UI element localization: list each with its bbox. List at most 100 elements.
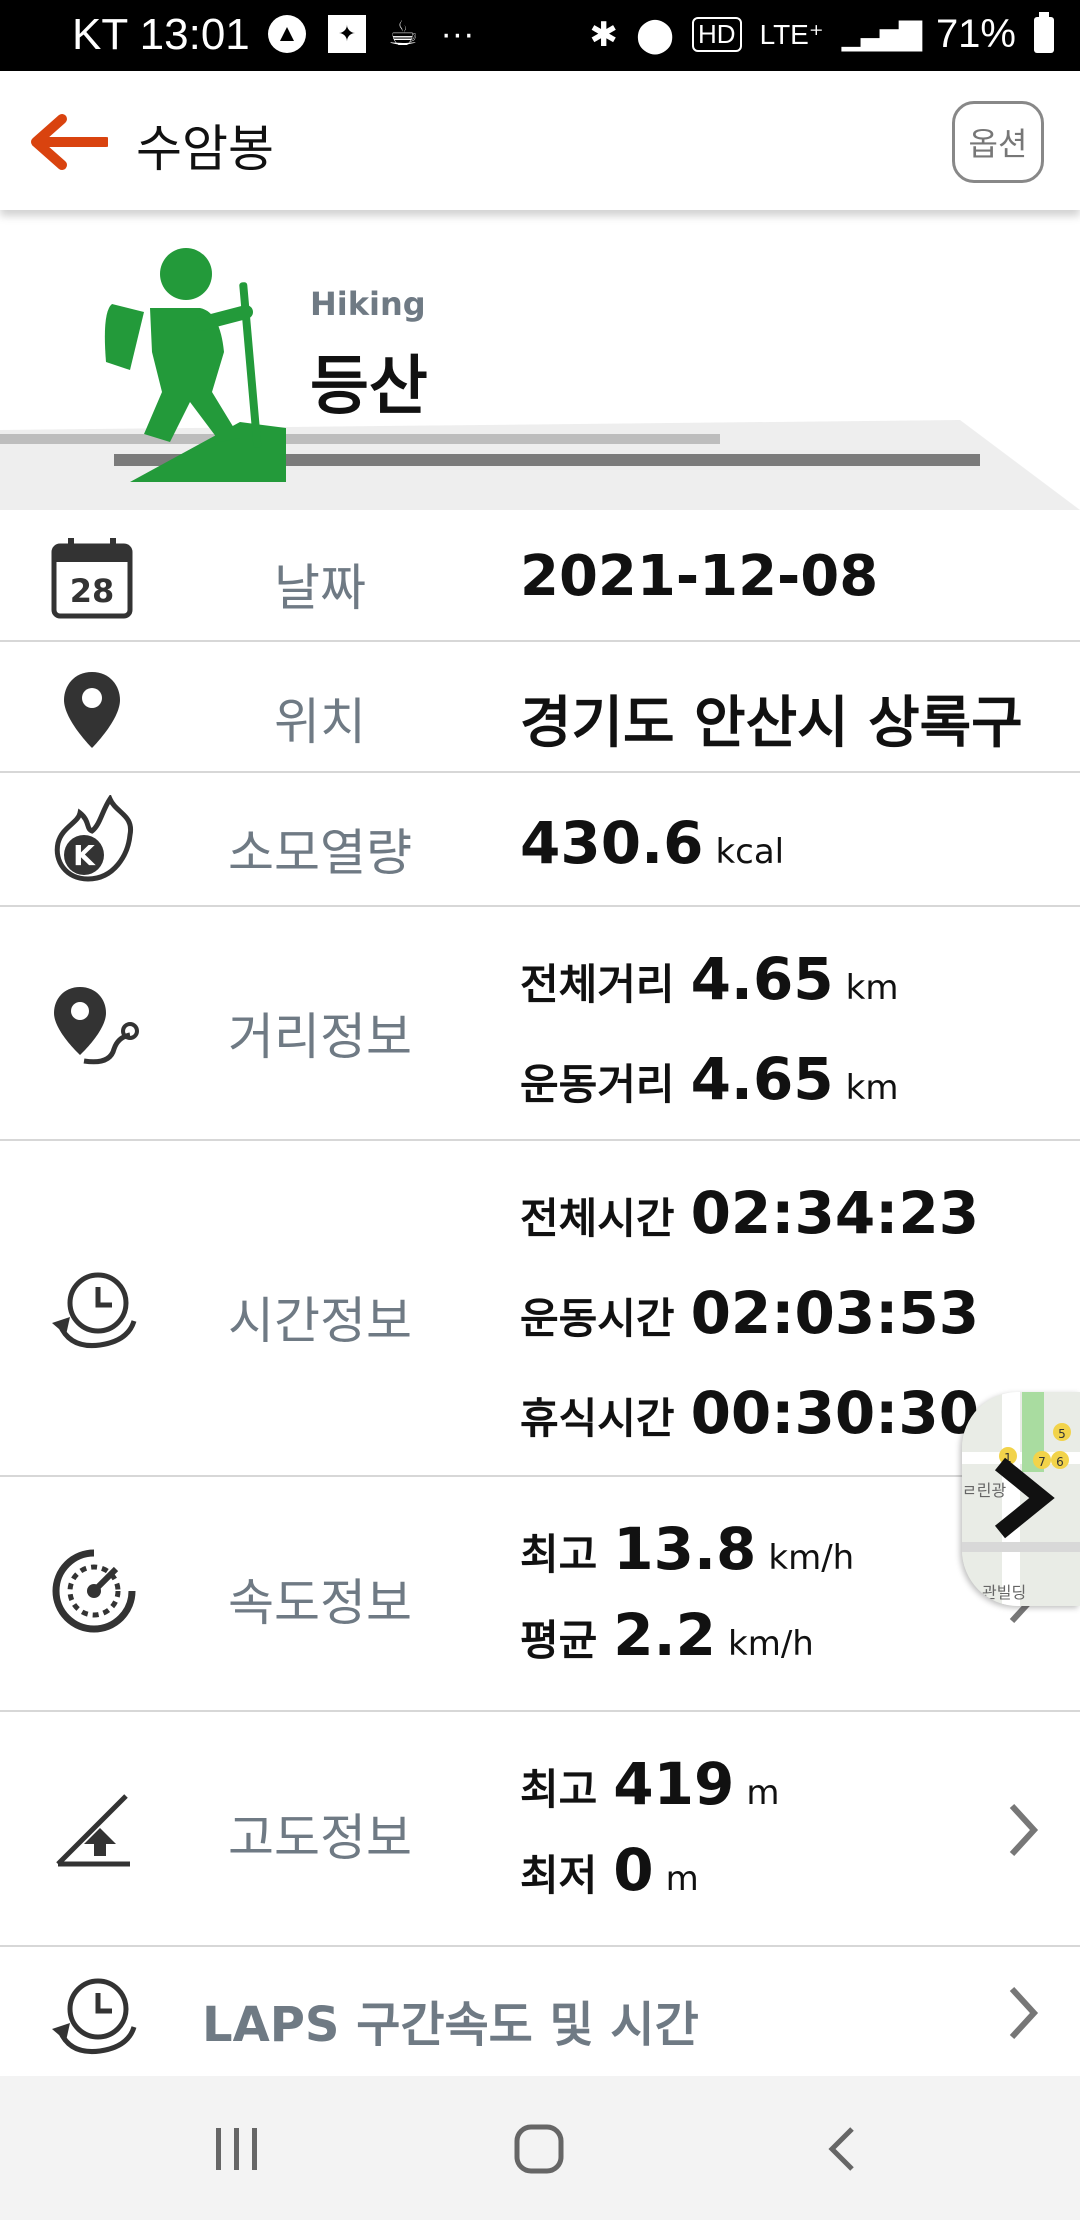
avg-speed-value: 2.2 xyxy=(613,1601,717,1669)
option-button[interactable]: 옵션 xyxy=(952,101,1044,183)
calories-value-line: 430.6 kcal xyxy=(520,809,784,877)
laps-label: LAPS 구간속도 및 시간 xyxy=(202,1997,699,2053)
svg-text:28: 28 xyxy=(70,572,115,610)
location-label: 위치 xyxy=(274,693,366,751)
location-icon: ⬤ xyxy=(635,15,675,54)
back-button[interactable] xyxy=(22,107,111,177)
min-altitude-unit: m xyxy=(665,1859,699,1899)
hiking-icon xyxy=(104,248,286,482)
min-altitude-key: 최저 xyxy=(520,1851,598,1900)
rest-time-value: 00:30:30 xyxy=(690,1379,980,1447)
exercise-distance-key: 운동거리 xyxy=(520,1060,675,1109)
status-time: KT 13:01 xyxy=(72,10,250,59)
map-preview: 5 1 7 6 ㄹ린광 관빌딩 xyxy=(962,1392,1080,1606)
total-time-value: 02:34:23 xyxy=(690,1179,980,1247)
back-arrow-icon xyxy=(31,114,111,170)
speed-label: 속도정보 xyxy=(228,1574,412,1632)
max-speed-line: 최고 13.8 km/h xyxy=(520,1515,854,1583)
time-label: 시간정보 xyxy=(228,1292,412,1350)
max-speed-unit: km/h xyxy=(768,1538,855,1578)
system-icons: ✱ ⬤ HD LTE⁺ ▁▃▅▇ 71% xyxy=(589,11,1054,57)
status-bar: KT 13:01 ▲ ✦ ☕ ··· ✱ ⬤ HD LTE⁺ ▁▃▅▇ 71% xyxy=(0,0,1080,71)
max-speed-value: 13.8 xyxy=(613,1515,757,1583)
total-time-line: 전체시간 02:34:23 xyxy=(520,1179,991,1247)
total-distance-value: 4.65 xyxy=(690,945,834,1013)
activity-title: 등산 xyxy=(310,350,428,424)
exercise-distance-unit: km xyxy=(845,1068,899,1108)
speed-row[interactable]: 속도정보 최고 13.8 km/h 평균 2.2 km/h xyxy=(0,1475,1080,1710)
battery-percent: 71% xyxy=(935,12,1016,56)
exercise-time-value: 02:03:53 xyxy=(690,1279,980,1347)
calories-row: K 소모열량 430.6 kcal xyxy=(0,771,1080,905)
altitude-icon xyxy=(56,1794,130,1867)
svg-text:7: 7 xyxy=(1038,1455,1046,1469)
avg-speed-key: 평균 xyxy=(520,1616,598,1665)
home-icon[interactable] xyxy=(514,2124,564,2174)
battery-icon xyxy=(1034,11,1054,53)
date-row: 28 날짜 2021-12-08 xyxy=(0,510,1080,640)
notification-icons: ▲ ✦ ☕ ··· xyxy=(268,14,474,54)
location-pin-icon xyxy=(64,672,120,748)
navigation-icon: ▲ xyxy=(268,15,306,53)
max-altitude-unit: m xyxy=(746,1773,780,1813)
activity-subtitle: Hiking xyxy=(310,285,426,323)
exercise-time-line: 운동시간 02:03:53 xyxy=(520,1279,991,1347)
max-altitude-key: 최고 xyxy=(520,1765,598,1814)
rest-time-key: 휴식시간 xyxy=(520,1394,675,1443)
min-altitude-value: 0 xyxy=(613,1836,654,1904)
bluetooth-icon: ✱ xyxy=(589,15,618,54)
chevron-right-icon xyxy=(1009,1803,1039,1857)
app-bar: 수암봉 옵션 xyxy=(0,71,1080,210)
route-pin-icon xyxy=(54,987,139,1065)
max-altitude-value: 419 xyxy=(613,1750,735,1818)
svg-text:6: 6 xyxy=(1056,1455,1064,1469)
activity-header: Hiking 등산 xyxy=(0,210,1080,510)
speedometer-icon xyxy=(52,1549,136,1633)
altitude-label: 고도정보 xyxy=(228,1809,412,1867)
time-clock-icon xyxy=(52,1272,137,1349)
calories-unit: kcal xyxy=(715,832,785,872)
total-time-key: 전체시간 xyxy=(520,1194,675,1243)
laps-row[interactable]: LAPS 구간속도 및 시간 xyxy=(0,1945,1080,2076)
lte-icon: LTE⁺ xyxy=(759,19,824,50)
avg-speed-unit: km/h xyxy=(728,1624,814,1664)
exercise-time-key: 운동시간 xyxy=(520,1294,675,1343)
back-nav-icon[interactable] xyxy=(826,2126,856,2172)
svg-text:K: K xyxy=(73,839,96,872)
calendar-icon: 28 xyxy=(51,538,133,619)
hd-icon: HD xyxy=(692,17,742,52)
recent-apps-icon[interactable] xyxy=(214,2126,260,2172)
svg-text:ㄹ린광: ㄹ린광 xyxy=(962,1481,1006,1500)
total-distance-key: 전체거리 xyxy=(520,960,675,1009)
chevron-right-icon xyxy=(1009,1986,1039,2040)
max-altitude-line: 최고 419 m xyxy=(520,1750,779,1818)
laps-clock-icon xyxy=(52,1978,137,2055)
distance-row: 거리정보 전체거리 4.65 km 운동거리 4.65 km xyxy=(0,905,1080,1139)
distance-label: 거리정보 xyxy=(228,1008,412,1066)
exercise-distance-line: 운동거리 4.65 km xyxy=(520,1045,898,1113)
more-icon: ··· xyxy=(440,14,475,53)
rest-time-line: 휴식시간 00:30:30 xyxy=(520,1379,991,1447)
calorie-flame-icon: K xyxy=(54,795,134,882)
time-row: 시간정보 전체시간 02:34:23 운동시간 02:03:53 휴식시간 00… xyxy=(0,1139,1080,1475)
min-altitude-line: 최저 0 m xyxy=(520,1836,699,1904)
app-icon: ✦ xyxy=(328,15,366,53)
coffee-icon: ☕ xyxy=(388,15,419,53)
altitude-row[interactable]: 고도정보 최고 419 m 최저 0 m xyxy=(0,1710,1080,1945)
total-distance-unit: km xyxy=(845,968,899,1008)
calories-label: 소모열량 xyxy=(228,824,412,882)
svg-text:5: 5 xyxy=(1058,1427,1066,1441)
date-label: 날짜 xyxy=(274,559,366,617)
location-value: 경기도 안산시 상록구 xyxy=(520,691,1023,756)
exercise-distance-value: 4.65 xyxy=(690,1045,834,1113)
page-title: 수암봉 xyxy=(136,120,274,178)
calories-value: 430.6 xyxy=(520,809,704,877)
signal-icon: ▁▃▅▇ xyxy=(841,18,922,51)
date-value: 2021-12-08 xyxy=(520,544,879,609)
system-nav-bar xyxy=(0,2076,1080,2220)
map-thumbnail-button[interactable]: 5 1 7 6 ㄹ린광 관빌딩 xyxy=(962,1392,1080,1606)
total-distance-line: 전체거리 4.65 km xyxy=(520,945,898,1013)
max-speed-key: 최고 xyxy=(520,1530,598,1579)
location-row: 위치 경기도 안산시 상록구 xyxy=(0,640,1080,771)
avg-speed-line: 평균 2.2 km/h xyxy=(520,1601,814,1669)
